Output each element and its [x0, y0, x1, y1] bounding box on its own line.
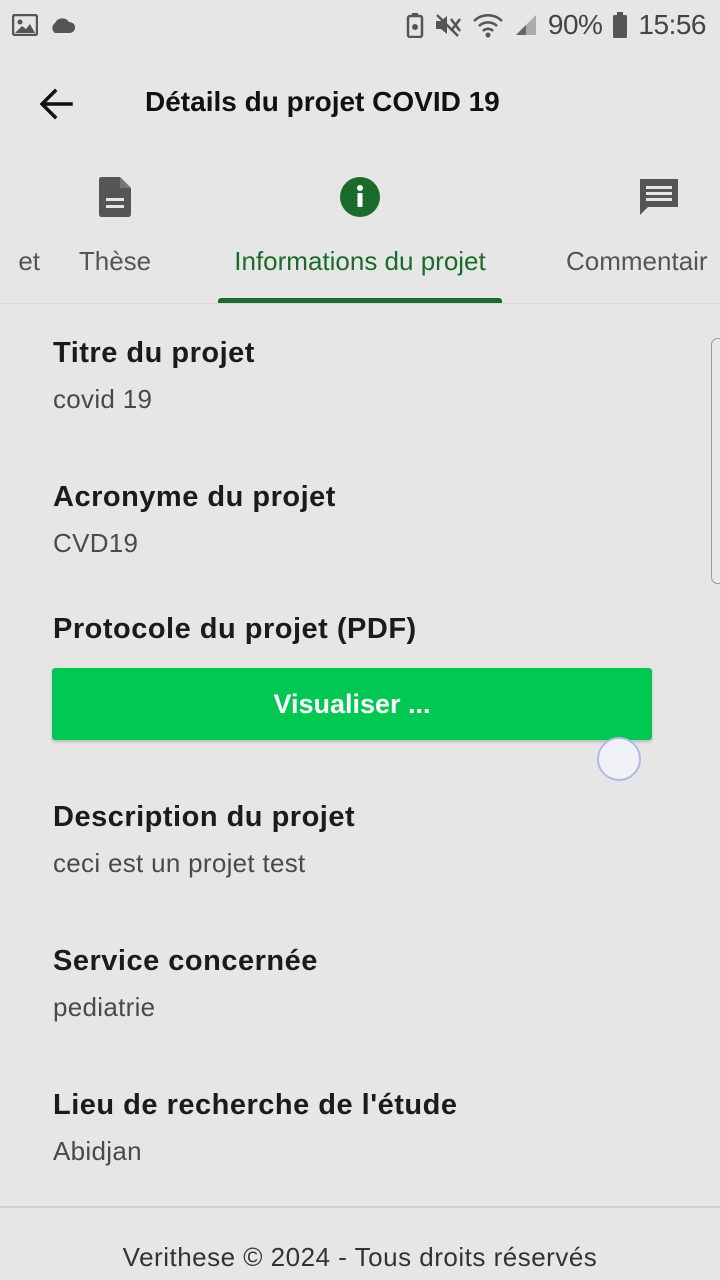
battery-icon: [612, 11, 628, 39]
field-title: Titre du projet covid 19: [53, 337, 255, 415]
field-value: pediatrie: [53, 992, 156, 1022]
touch-indicator: [597, 737, 641, 781]
tab-label: et: [18, 246, 40, 276]
back-button[interactable]: [32, 82, 80, 126]
project-details: Titre du projet covid 19 Acronyme du pro…: [0, 305, 720, 1205]
footer-text: Verithese © 2024 - Tous droits réservés: [122, 1242, 598, 1272]
tab-these[interactable]: Thèse: [52, 160, 178, 303]
status-right: 90% 15:56: [406, 9, 706, 41]
field-label: Lieu de recherche de l'étude: [53, 1089, 458, 1121]
tab-indicator: [218, 298, 502, 303]
field-description: Description du projet ceci est un projet…: [53, 801, 355, 879]
field-label: Service concernée: [53, 945, 318, 977]
clock: 15:56: [638, 9, 706, 40]
battery-percent: 90%: [547, 9, 603, 40]
footer-divider: [0, 1206, 720, 1208]
status-left: [12, 14, 76, 36]
field-protocol: Protocole du projet (PDF): [53, 613, 417, 646]
status-bar: 90% 15:56: [0, 0, 720, 50]
document-icon: [98, 176, 132, 223]
info-icon: [339, 176, 381, 223]
wifi-icon: [472, 12, 504, 38]
tab-partial-left[interactable]: et: [0, 160, 40, 303]
tab-label: Thèse: [78, 246, 152, 276]
field-label: Titre du projet: [53, 337, 255, 369]
tab-label: Informations du projet: [234, 246, 486, 276]
tab-informations[interactable]: Informations du projet: [218, 160, 502, 303]
signal-icon: [514, 13, 538, 37]
mute-icon: [434, 13, 462, 37]
battery-saver-icon: [406, 12, 424, 38]
field-value: ceci est un projet test: [53, 848, 306, 878]
field-label: Protocole du projet (PDF): [53, 613, 417, 645]
view-pdf-button[interactable]: Visualiser ...: [52, 668, 652, 740]
arrow-left-icon: [39, 88, 73, 120]
field-label: Acronyme du projet: [53, 481, 336, 513]
field-service: Service concernée pediatrie: [53, 945, 318, 1023]
tab-commentaires[interactable]: Commentair: [566, 160, 720, 303]
tab-bar: et Thèse Informations du projet Commenta…: [0, 160, 720, 304]
tab-label: Commentair: [566, 246, 708, 276]
cloud-icon: [48, 15, 76, 35]
field-value: CVD19: [53, 528, 139, 558]
scrollbar[interactable]: [711, 338, 720, 584]
field-location: Lieu de recherche de l'étude Abidjan: [53, 1089, 457, 1167]
comment-icon: [638, 176, 680, 223]
field-value: Abidjan: [53, 1136, 142, 1166]
field-label: Description du projet: [53, 801, 356, 833]
page-title: Détails du projet COVID 19: [145, 86, 500, 117]
field-acronym: Acronyme du projet CVD19: [53, 481, 336, 559]
image-icon: [12, 14, 38, 36]
app-bar: Détails du projet COVID 19: [0, 60, 720, 146]
field-value: covid 19: [53, 384, 153, 414]
